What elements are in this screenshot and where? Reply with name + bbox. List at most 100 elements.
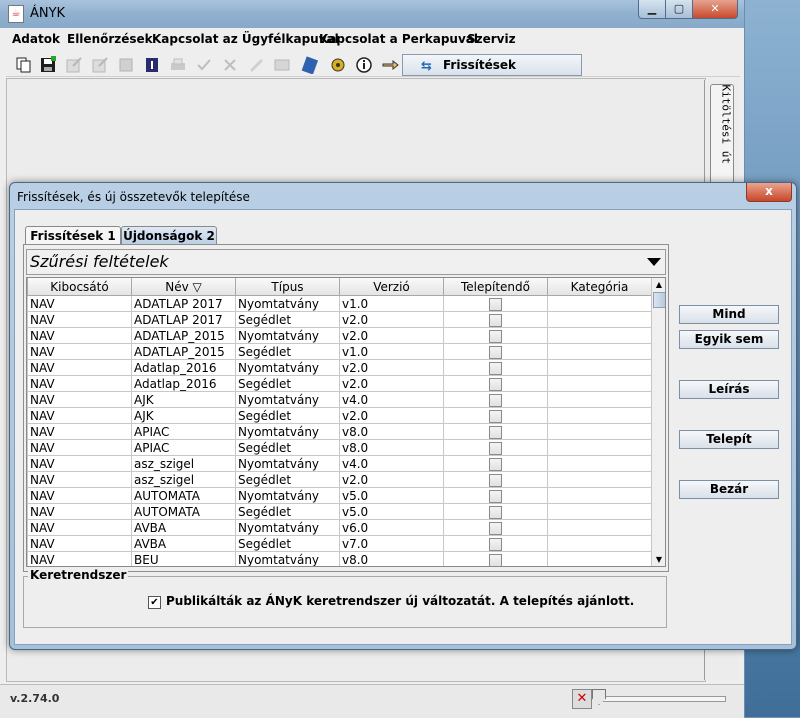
menu-adatok[interactable]: Adatok xyxy=(12,32,60,46)
close-icon[interactable] xyxy=(220,55,240,75)
install-checkbox[interactable] xyxy=(489,377,502,391)
updates-dialog: Frissítések, és új összetevők telepítése… xyxy=(9,182,797,650)
install-checkbox[interactable] xyxy=(489,409,502,423)
cell-verzio: v7.0 xyxy=(339,535,444,552)
install-checkbox[interactable] xyxy=(489,505,502,519)
install-checkbox[interactable] xyxy=(489,345,502,359)
table-row[interactable]: NAV AVBA Nyomtatvány v6.0 xyxy=(27,519,652,536)
cell-kibocsato: NAV xyxy=(27,439,132,456)
scroll-down-icon[interactable]: ▼ xyxy=(653,553,665,566)
install-button[interactable]: Telepít xyxy=(679,430,779,449)
filter-collapsible[interactable]: Szűrési feltételek xyxy=(26,249,666,275)
install-checkbox[interactable] xyxy=(489,361,502,375)
install-checkbox[interactable] xyxy=(489,425,502,439)
edit-icon[interactable] xyxy=(64,55,84,75)
install-checkbox[interactable] xyxy=(489,553,502,566)
tab-kitoltesi-ut[interactable]: Kitöltési út xyxy=(710,84,734,196)
cell-tipus: Nyomtatvány xyxy=(235,327,340,344)
cell-nev: AUTOMATA xyxy=(131,503,236,520)
table-row[interactable]: NAV Adatlap_2016 Nyomtatvány v2.0 xyxy=(27,359,652,376)
cell-verzio: v1.0 xyxy=(339,295,444,312)
install-checkbox[interactable] xyxy=(489,473,502,487)
table-row[interactable]: NAV BEU Nyomtatvány v8.0 xyxy=(27,551,652,566)
zoom-off-icon[interactable]: ✕ xyxy=(572,689,592,709)
column-header-kibocsato[interactable]: Kibocsátó xyxy=(27,278,132,296)
minimize-button[interactable]: ▁ xyxy=(638,0,666,19)
table-row[interactable]: NAV ADATLAP 2017 Segédlet v2.0 xyxy=(27,311,652,328)
table-row[interactable]: NAV AUTOMATA Segédlet v5.0 xyxy=(27,503,652,520)
cell-kategoria xyxy=(547,295,652,312)
stamp-icon[interactable] xyxy=(116,55,136,75)
main-title-bar: ☕ ÁNYK ▁ ▢ ✕ xyxy=(0,0,744,28)
copy-icon[interactable] xyxy=(14,55,34,75)
close-button[interactable]: Bezár xyxy=(679,480,779,499)
print-icon[interactable] xyxy=(168,55,188,75)
install-checkbox[interactable] xyxy=(489,457,502,471)
menu-ugyfelkapu[interactable]: Kapcsolat az Ügyfélkapuval xyxy=(152,32,339,46)
info-circle-icon[interactable] xyxy=(354,55,374,75)
tab-ujdonsagok[interactable]: Újdonságok 2 xyxy=(121,226,217,245)
cell-tipus: Segédlet xyxy=(235,535,340,552)
cell-tipus: Nyomtatvány xyxy=(235,359,340,376)
table-row[interactable]: NAV Adatlap_2016 Segédlet v2.0 xyxy=(27,375,652,392)
stamp2-icon[interactable] xyxy=(246,55,266,75)
info-icon[interactable] xyxy=(142,55,162,75)
select-none-button[interactable]: Egyik sem xyxy=(679,330,779,349)
calculator-icon[interactable] xyxy=(300,55,320,75)
scroll-up-icon[interactable]: ▲ xyxy=(653,278,665,291)
table-row[interactable]: NAV AVBA Segédlet v7.0 xyxy=(27,535,652,552)
table-row[interactable]: NAV asz_szigel Segédlet v2.0 xyxy=(27,471,652,488)
table-row[interactable]: NAV APIAC Segédlet v8.0 xyxy=(27,439,652,456)
column-header-verzio[interactable]: Verzió xyxy=(339,278,444,296)
save-icon[interactable] xyxy=(38,55,58,75)
scroll-thumb[interactable] xyxy=(653,292,665,308)
select-all-button[interactable]: Mind xyxy=(679,305,779,324)
menu-szerviz[interactable]: Szerviz xyxy=(467,32,516,46)
pointer-icon[interactable] xyxy=(380,55,400,75)
cell-kategoria xyxy=(547,455,652,472)
install-checkbox[interactable] xyxy=(489,489,502,503)
table-row[interactable]: NAV AUTOMATA Nyomtatvány v5.0 xyxy=(27,487,652,504)
edit2-icon[interactable] xyxy=(90,55,110,75)
install-checkbox[interactable] xyxy=(489,297,502,311)
column-header-tipus[interactable]: Típus xyxy=(235,278,340,296)
table-row[interactable]: NAV asz_szigel Nyomtatvány v4.0 xyxy=(27,455,652,472)
cell-telepitendo xyxy=(443,471,548,488)
table-row[interactable]: NAV APIAC Nyomtatvány v8.0 xyxy=(27,423,652,440)
install-checkbox[interactable] xyxy=(489,393,502,407)
table-row[interactable]: NAV AJK Segédlet v2.0 xyxy=(27,407,652,424)
updates-available-button[interactable]: ⇆ Frissítések elérhetők! xyxy=(402,54,582,92)
framework-install-checkbox[interactable]: ✔ xyxy=(148,596,161,609)
check-icon[interactable] xyxy=(194,55,214,75)
zoom-slider[interactable] xyxy=(596,696,726,702)
menu-ellenorzesek[interactable]: Ellenőrzések xyxy=(67,32,153,46)
install-checkbox[interactable] xyxy=(489,313,502,327)
form-icon[interactable] xyxy=(272,55,292,75)
description-button[interactable]: Leírás xyxy=(679,380,779,399)
cell-verzio: v8.0 xyxy=(339,551,444,566)
menu-perkapu[interactable]: Kapcsolat a Perkapuval xyxy=(319,32,478,46)
install-checkbox[interactable] xyxy=(489,537,502,551)
maximize-button[interactable]: ▢ xyxy=(665,0,693,19)
table-row[interactable]: NAV AJK Nyomtatvány v4.0 xyxy=(27,391,652,408)
cell-telepitendo xyxy=(443,487,548,504)
tool-icon[interactable] xyxy=(328,55,348,75)
table-row[interactable]: NAV ADATLAP 2017 Nyomtatvány v1.0 xyxy=(27,295,652,312)
cell-kibocsato: NAV xyxy=(27,455,132,472)
cell-kategoria xyxy=(547,407,652,424)
dialog-close-button[interactable]: x xyxy=(746,183,792,202)
install-checkbox[interactable] xyxy=(489,441,502,455)
close-window-button[interactable]: ✕ xyxy=(692,0,738,19)
install-checkbox[interactable] xyxy=(489,521,502,535)
zoom-slider-thumb[interactable] xyxy=(592,689,606,705)
column-header-kategoria[interactable]: Kategória xyxy=(547,278,652,296)
table-row[interactable]: NAV ADATLAP_2015 Segédlet v1.0 xyxy=(27,343,652,360)
column-header-nev[interactable]: Név ▽ xyxy=(131,278,236,296)
cell-verzio: v2.0 xyxy=(339,407,444,424)
chevron-down-icon[interactable] xyxy=(647,258,661,266)
tab-frissitesek[interactable]: Frissítések 1 xyxy=(25,226,121,245)
table-scrollbar[interactable]: ▲ ▼ xyxy=(651,278,665,566)
install-checkbox[interactable] xyxy=(489,329,502,343)
column-header-telepitendo[interactable]: Telepítendő xyxy=(443,278,548,296)
table-row[interactable]: NAV ADATLAP_2015 Nyomtatvány v2.0 xyxy=(27,327,652,344)
